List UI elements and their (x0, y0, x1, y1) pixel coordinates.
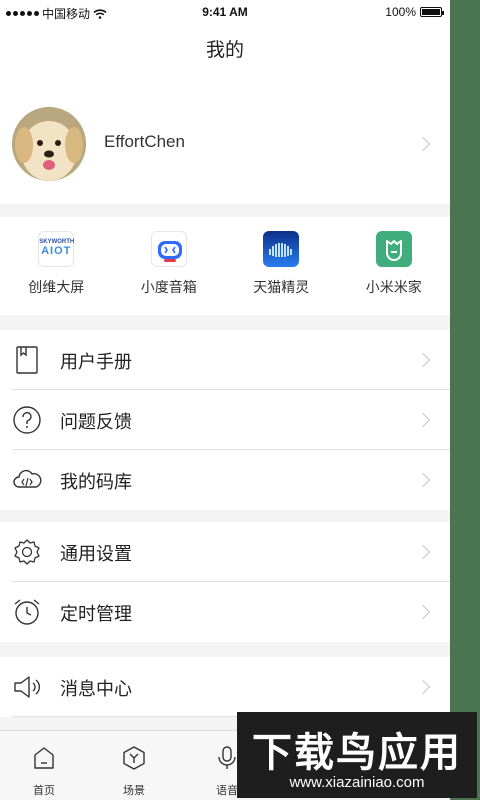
chevron-right-icon (415, 136, 431, 152)
tab-home[interactable]: 首页 (19, 745, 69, 798)
device-label: 天猫精灵 (253, 279, 310, 295)
device-label: 小米米家 (365, 279, 422, 295)
gear-icon (14, 539, 40, 565)
menu-item-user-manual[interactable]: 用户手册 (0, 330, 450, 390)
home-icon (34, 747, 54, 769)
battery-icon (420, 7, 444, 17)
menu-item-label: 消息中心 (60, 679, 132, 699)
book-icon (16, 346, 38, 374)
watermark-title: 下载鸟应用 (252, 730, 462, 776)
menu-item-label: 通用设置 (60, 544, 132, 564)
status-bar: 中国移动 9:41 AM 100% (0, 0, 450, 26)
phone-screen: 中国移动 9:41 AM 100% 我的 EffortChen SKYWORTH… (0, 0, 450, 800)
tab-scene[interactable]: 场景 (109, 745, 159, 798)
chevron-right-icon (415, 412, 431, 428)
cloud-code-icon (13, 469, 42, 488)
menu-group-1: 用户手册 问题反馈 我的码库 (0, 330, 450, 510)
chevron-right-icon (415, 352, 431, 368)
device-mijia[interactable]: 小米米家 (338, 217, 451, 315)
chevron-right-icon (415, 679, 431, 695)
mijia-logo-icon (375, 231, 412, 267)
background-strip (450, 0, 480, 800)
tab-label: 首页 (33, 785, 55, 797)
menu-item-label: 用户手册 (60, 352, 132, 372)
menu-item-code-library[interactable]: 我的码库 (0, 450, 450, 510)
chevron-right-icon (415, 604, 431, 620)
xiaodu-logo-icon (150, 231, 187, 267)
watermark-url: www.xiazainiao.com (289, 774, 425, 791)
menu-item-feedback[interactable]: 问题反馈 (0, 390, 450, 450)
menu-group-2: 通用设置 定时管理 (0, 522, 450, 642)
battery-percent: 100% (385, 5, 416, 19)
menu-item-message-center[interactable]: 消息中心 (0, 657, 450, 717)
device-xiaodu[interactable]: 小度音箱 (113, 217, 226, 315)
device-label: 创维大屏 (28, 279, 85, 295)
puppy-avatar-icon (12, 107, 86, 181)
skyworth-logo-icon: SKYWORTH AIOT (38, 231, 75, 267)
menu-item-label: 问题反馈 (60, 412, 132, 432)
profile-card[interactable]: EffortChen (0, 76, 450, 204)
alarm-clock-icon (14, 599, 40, 625)
menu-group-3: 消息中心 (0, 657, 450, 717)
avatar[interactable] (12, 107, 86, 181)
page-title: 我的 (205, 40, 244, 61)
username: EffortChen (104, 132, 185, 151)
watermark-banner: 下载鸟应用 www.xiazainiao.com (237, 712, 477, 798)
speaker-icon (14, 676, 40, 698)
device-shortcuts: SKYWORTH AIOT 创维大屏 小度音箱 天猫精灵 小米米家 (0, 217, 450, 315)
menu-item-timer-management[interactable]: 定时管理 (0, 582, 450, 642)
menu-item-label: 我的码库 (60, 472, 132, 492)
tmall-genie-logo-icon (263, 231, 300, 267)
device-tmall-genie[interactable]: 天猫精灵 (225, 217, 338, 315)
scene-icon (123, 746, 145, 770)
device-skyworth[interactable]: SKYWORTH AIOT 创维大屏 (0, 217, 113, 315)
device-label: 小度音箱 (140, 279, 197, 295)
menu-item-label: 定时管理 (60, 604, 132, 624)
skyworth-aiot-text: AIOT (41, 245, 72, 257)
nav-bar: 我的 (0, 26, 450, 76)
chevron-right-icon (415, 472, 431, 488)
status-time: 9:41 AM (202, 5, 248, 19)
tab-label: 场景 (123, 785, 145, 797)
question-icon (13, 406, 41, 434)
status-right: 100% (385, 5, 444, 19)
menu-item-general-settings[interactable]: 通用设置 (0, 522, 450, 582)
chevron-right-icon (415, 544, 431, 560)
